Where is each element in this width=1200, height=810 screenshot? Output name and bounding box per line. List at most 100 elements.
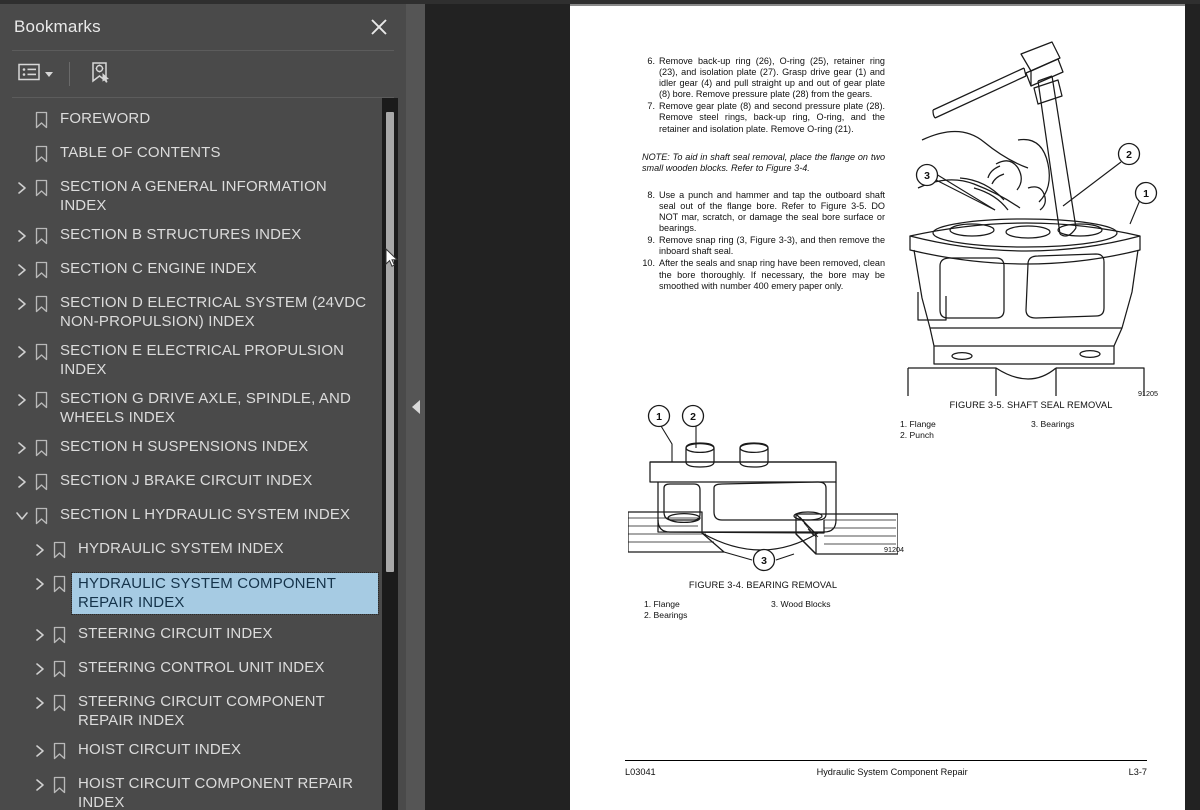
figure-3-5-legend-right: 3. Bearings (1031, 419, 1162, 441)
bookmark-icon (30, 342, 52, 362)
chevron-right-icon[interactable] (32, 693, 48, 713)
new-bookmark-button[interactable] (84, 56, 116, 93)
page-footer: L03041 Hydraulic System Component Repair… (625, 760, 1147, 777)
bookmark-options-button[interactable] (14, 59, 57, 90)
bookmark-item[interactable]: HYDRAULIC SYSTEM INDEX (0, 534, 384, 568)
step-number: 10. (642, 258, 655, 269)
chevron-right-icon[interactable] (32, 540, 48, 560)
bookmark-item[interactable]: HOIST CIRCUIT COMPONENT REPAIR INDEX (0, 769, 384, 810)
step-text: Remove gear plate (8) and second pressur… (659, 101, 885, 134)
chevron-right-icon[interactable] (32, 574, 48, 594)
chevron-right-icon[interactable] (14, 438, 30, 458)
bookmark-icon (30, 294, 52, 314)
bookmark-label: HOIST CIRCUIT COMPONENT REPAIR INDEX (78, 775, 354, 810)
chevron-right-icon[interactable] (14, 472, 30, 492)
bookmark-item[interactable]: HOIST CIRCUIT INDEX (0, 735, 384, 769)
bookmarks-scrollbar-thumb[interactable] (386, 112, 394, 572)
callout-2: 2 (690, 411, 696, 423)
chevron-right-icon[interactable] (14, 260, 30, 280)
bookmark-label: STEERING CIRCUIT INDEX (78, 625, 273, 642)
chevron-right-icon[interactable] (14, 294, 30, 314)
bookmark-item[interactable]: SECTION C ENGINE INDEX (0, 254, 384, 288)
chevron-down-icon (45, 71, 53, 77)
bookmarks-tree: FOREWORD TABLE OF CONTENTS SECTION A GENER… (0, 98, 384, 810)
chevron-right-icon[interactable] (14, 390, 30, 410)
chevron-right-icon[interactable] (32, 659, 48, 679)
chevron-right-icon[interactable] (14, 178, 30, 198)
figure-3-5-drawing-number: 91205 (1138, 389, 1158, 398)
bookmark-item[interactable]: SECTION B STRUCTURES INDEX (0, 220, 384, 254)
figure-3-4-legend: 1. Flange 2. Bearings 3. Wood Blocks (628, 599, 898, 621)
chevron-right-icon[interactable] (14, 342, 30, 362)
chevron-right-icon[interactable] (32, 775, 48, 795)
procedure-step: 9. Remove snap ring (3, Figure 3-3), and … (642, 235, 885, 257)
bookmark-label: SECTION H SUSPENSIONS INDEX (60, 438, 309, 455)
bookmark-label: SECTION B STRUCTURES INDEX (60, 226, 302, 243)
chevron-left-icon (411, 400, 420, 414)
legend-item: 1. Flange (900, 419, 936, 429)
legend-item: 3. Bearings (1031, 419, 1075, 429)
bookmark-item[interactable]: SECTION G DRIVE AXLE, SPINDLE, AND WHEEL… (0, 384, 384, 432)
bookmark-label: SECTION D ELECTRICAL SYSTEM (24VDC NON-P… (60, 294, 367, 330)
bookmark-item[interactable]: SECTION H SUSPENSIONS INDEX (0, 432, 384, 466)
figure-3-4-legend-right: 3. Wood Blocks (771, 599, 898, 621)
bookmark-label: SECTION G DRIVE AXLE, SPINDLE, AND WHEEL… (60, 390, 352, 426)
bookmark-item[interactable]: SECTION J BRAKE CIRCUIT INDEX (0, 466, 384, 500)
bookmark-icon (30, 144, 52, 164)
callout-2: 2 (1126, 149, 1132, 161)
bookmark-label: HYDRAULIC SYSTEM COMPONENT REPAIR INDEX (71, 572, 379, 615)
bookmarks-panel-header: Bookmarks (0, 4, 406, 50)
bookmark-item[interactable]: HYDRAULIC SYSTEM COMPONENT REPAIR INDEX (0, 568, 384, 619)
bookmark-icon (48, 741, 70, 761)
pdf-page: 6. Remove back-up ring (26), O-ring (25),… (570, 4, 1185, 810)
bookmark-icon (48, 775, 70, 795)
chevron-right-icon[interactable] (14, 226, 30, 246)
procedure-steps-first: 6. Remove back-up ring (26), O-ring (25),… (642, 56, 885, 135)
figure-3-5: 2 1 3 91205 FIGURE 3-5. SHAFT SEAL REMOV… (900, 28, 1162, 441)
bookmark-label: SECTION A GENERAL INFORMATION INDEX (60, 178, 327, 214)
bookmark-item[interactable]: SECTION D ELECTRICAL SYSTEM (24VDC NON-P… (0, 288, 384, 336)
callout-3: 3 (924, 170, 930, 182)
close-icon[interactable] (368, 16, 390, 38)
bookmark-item[interactable]: STEERING CONTROL UNIT INDEX (0, 653, 384, 687)
bookmark-item[interactable]: STEERING CIRCUIT COMPONENT REPAIR INDEX (0, 687, 384, 735)
pdf-viewer[interactable]: 6. Remove back-up ring (26), O-ring (25),… (425, 4, 1200, 810)
chevron-right-icon[interactable] (32, 625, 48, 645)
chevron-down-icon[interactable] (14, 506, 30, 526)
figure-3-4-caption: FIGURE 3-4. BEARING REMOVAL (688, 580, 838, 590)
bookmark-item[interactable]: FOREWORD (0, 104, 384, 138)
legend-item: 2. Punch (900, 430, 934, 440)
bookmark-item[interactable]: STEERING CIRCUIT INDEX (0, 619, 384, 653)
callout-1: 1 (656, 411, 662, 423)
footer-page-number: L3-7 (1128, 767, 1147, 777)
legend-item: 2. Bearings (644, 610, 688, 620)
procedure-step: 6. Remove back-up ring (26), O-ring (25),… (642, 56, 885, 100)
figure-3-5-legend: 1. Flange 2. Punch 3. Bearings (900, 419, 1162, 441)
panel-collapse-handle[interactable] (406, 4, 425, 810)
procedure-step: 10. After the seals and snap ring have be… (642, 258, 885, 291)
bookmark-item[interactable]: SECTION A GENERAL INFORMATION INDEX (0, 172, 384, 220)
bookmarks-scrollbar[interactable] (382, 98, 398, 810)
figure-3-4: 1 2 3 91204 FIGURE 3-4. BEARING REMOVAL … (627, 396, 904, 621)
bookmark-icon (30, 226, 52, 246)
callout-3: 3 (761, 555, 767, 567)
bookmark-icon (30, 472, 52, 492)
bookmark-label: STEERING CONTROL UNIT INDEX (78, 659, 325, 676)
bookmark-item[interactable]: SECTION E ELECTRICAL PROPULSION INDEX (0, 336, 384, 384)
figure-3-5-caption: FIGURE 3-5. SHAFT SEAL REMOVAL (949, 400, 1113, 410)
bookmark-item[interactable]: SECTION L HYDRAULIC SYSTEM INDEX (0, 500, 384, 534)
footer-document-number: L03041 (625, 767, 656, 777)
callout-1: 1 (1143, 188, 1149, 200)
procedure-step: 8. Use a punch and hammer and tap the out… (642, 190, 885, 234)
bookmark-label: SECTION E ELECTRICAL PROPULSION INDEX (60, 342, 345, 378)
procedure-step: 7. Remove gear plate (8) and second press… (642, 101, 885, 134)
bookmark-label: SECTION C ENGINE INDEX (60, 260, 257, 277)
bookmark-item[interactable]: TABLE OF CONTENTS (0, 138, 384, 172)
footer-section-title: Hydraulic System Component Repair (816, 767, 968, 777)
step-number: 9. (647, 235, 655, 246)
chevron-right-icon[interactable] (32, 741, 48, 761)
toolbar-divider (69, 62, 70, 86)
bookmark-label: HYDRAULIC SYSTEM INDEX (78, 540, 284, 557)
bookmark-label: SECTION L HYDRAULIC SYSTEM INDEX (60, 506, 351, 523)
panel-title: Bookmarks (14, 17, 101, 36)
